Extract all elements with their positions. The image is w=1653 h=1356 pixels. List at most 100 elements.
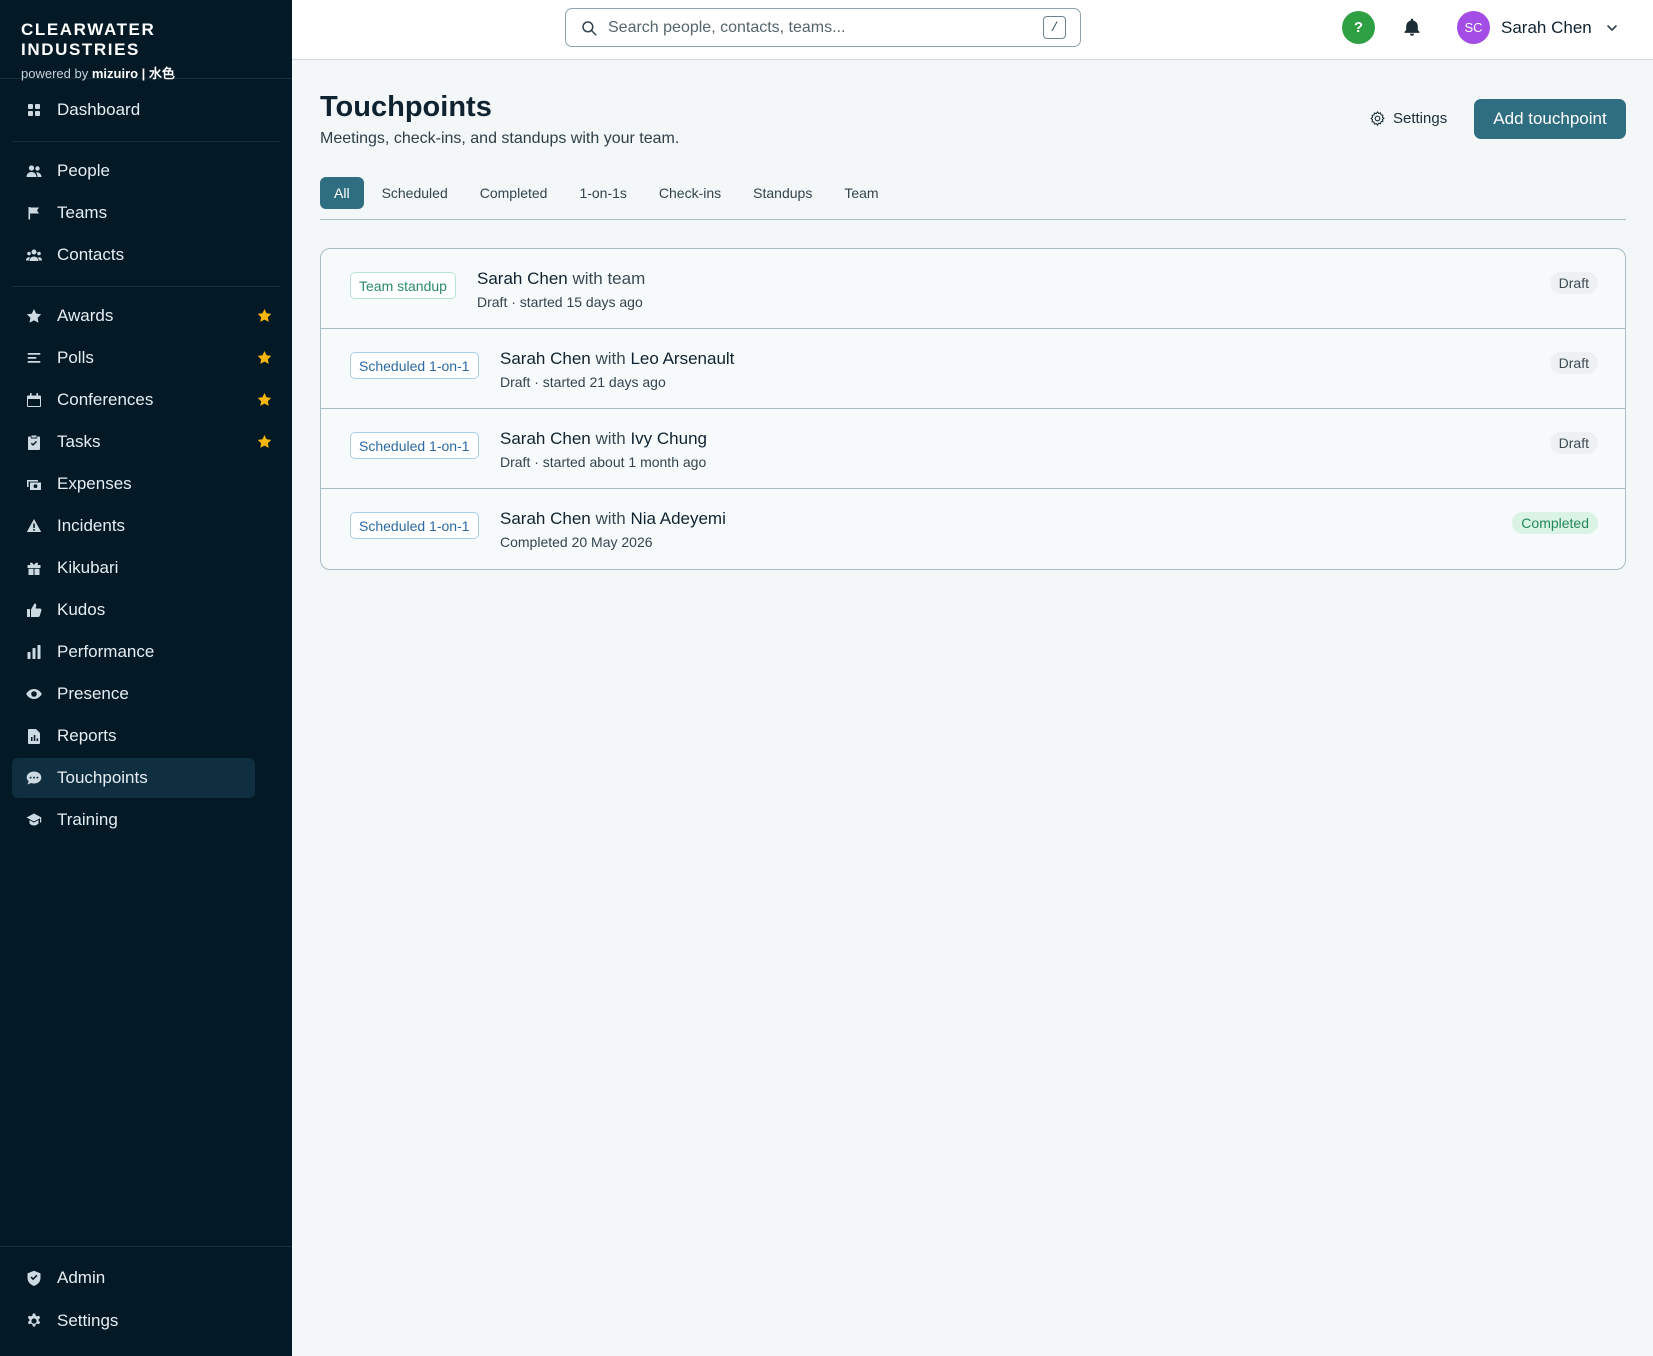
favorite-star-icon — [257, 392, 272, 406]
status-badge: Draft — [1549, 352, 1598, 374]
touchpoint-with-word: with — [595, 349, 626, 368]
search-input[interactable] — [608, 18, 1043, 37]
sidebar-item-training[interactable]: Training — [12, 800, 280, 840]
sidebar-item-label: Polls — [57, 348, 94, 367]
touchpoint-with-word: with — [595, 509, 626, 528]
touchpoint-owner: Sarah Chen — [500, 429, 591, 448]
touchpoint-list: Team standup Sarah Chen with team Draft · … — [320, 248, 1626, 570]
user-menu[interactable]: SC Sarah Chen — [1457, 11, 1618, 44]
warning-icon — [26, 518, 42, 534]
bell-icon[interactable] — [1402, 17, 1422, 37]
sidebar-item-label: Admin — [57, 1268, 106, 1287]
dashboard-icon — [26, 102, 42, 118]
sidebar-item-label: Touchpoints — [57, 768, 148, 787]
sidebar-nav: Dashboard People Teams Contacts Awards Polls C… — [0, 79, 292, 840]
touchpoint-type-badge: Team standup — [350, 272, 456, 299]
favorite-star-icon — [257, 350, 272, 364]
touchpoint-meta: Draft · started 21 days ago — [500, 374, 666, 390]
page-subtitle: Meetings, check-ins, and standups with y… — [320, 130, 680, 147]
powered-name: mizuiro | 水色 — [91, 66, 175, 81]
sidebar: CLEARWATER INDUSTRIES powered by mizuiro… — [0, 0, 292, 1356]
touchpoint-title: Sarah Chen with team — [477, 269, 645, 289]
touchpoint-settings-button[interactable]: Settings — [1369, 110, 1447, 127]
add-touchpoint-button[interactable]: Add touchpoint — [1474, 99, 1626, 139]
sidebar-item-people[interactable]: People — [12, 151, 280, 191]
tab-completed[interactable]: Completed — [466, 177, 562, 209]
help-button[interactable]: ? — [1342, 11, 1375, 44]
sidebar-item-label: Training — [57, 810, 118, 829]
sidebar-item-label: Dashboard — [57, 100, 141, 119]
tab-scheduled[interactable]: Scheduled — [368, 177, 462, 209]
user-name: Sarah Chen — [1501, 17, 1592, 37]
touchpoint-with-word: with — [595, 429, 626, 448]
sidebar-item-kudos[interactable]: Kudos — [12, 590, 280, 630]
favorite-star — [257, 308, 272, 323]
sidebar-item-admin[interactable]: Admin — [12, 1258, 280, 1298]
calendar-icon — [26, 392, 42, 408]
powered-prefix: powered by — [21, 66, 89, 81]
touchpoint-row[interactable]: Scheduled 1-on-1 Sarah Chen with Nia Adey… — [321, 489, 1625, 569]
sidebar-item-label: Conferences — [57, 390, 154, 409]
sidebar-item-label: Reports — [57, 726, 117, 745]
sidebar-group: People Teams Contacts — [0, 142, 292, 286]
favorite-star-icon — [257, 308, 272, 322]
touchpoint-meta: Draft · started 15 days ago — [477, 294, 643, 310]
sidebar-item-label: Kudos — [57, 600, 106, 619]
sidebar-item-awards[interactable]: Awards — [12, 296, 280, 336]
sidebar-item-label: Kikubari — [57, 558, 119, 577]
sidebar-item-label: Awards — [57, 306, 114, 325]
touchpoint-row[interactable]: Team standup Sarah Chen with team Draft · … — [321, 249, 1625, 329]
sidebar-item-label: Settings — [57, 1311, 119, 1330]
touchpoint-owner: Sarah Chen — [500, 509, 591, 528]
touchpoint-title: Sarah Chen with Ivy Chung — [500, 429, 707, 449]
tab-team[interactable]: Team — [830, 177, 892, 209]
search-icon — [582, 20, 597, 35]
sidebar-item-label: Teams — [57, 203, 108, 222]
touchpoint-row[interactable]: Scheduled 1-on-1 Sarah Chen with Ivy Chun… — [321, 409, 1625, 489]
touchpoint-owner: Sarah Chen — [500, 349, 591, 368]
tab-1-on-1s[interactable]: 1-on-1s — [565, 177, 640, 209]
polls-icon — [26, 350, 42, 366]
touchpoint-row[interactable]: Scheduled 1-on-1 Sarah Chen with Leo Arse… — [321, 329, 1625, 409]
report-icon — [26, 728, 42, 744]
sidebar-item-kikubari[interactable]: Kikubari — [12, 548, 280, 588]
tab-standups[interactable]: Standups — [739, 177, 826, 209]
sidebar-item-conferences[interactable]: Conferences — [12, 380, 280, 420]
sidebar-item-tasks[interactable]: Tasks — [12, 422, 280, 462]
sidebar-item-label: Expenses — [57, 474, 132, 493]
touchpoint-with-word: with — [572, 269, 603, 288]
page-title: Touchpoints — [320, 91, 492, 123]
sidebar-item-reports[interactable]: Reports — [12, 716, 280, 756]
money-icon — [26, 476, 42, 492]
filter-tabs: All Scheduled Completed 1-on-1s Check-ins Sta… — [320, 177, 1626, 220]
sidebar-item-polls[interactable]: Polls — [12, 338, 280, 378]
tab-all[interactable]: All — [320, 177, 364, 209]
sidebar-item-performance[interactable]: Performance — [12, 632, 280, 672]
sidebar-item-teams[interactable]: Teams — [12, 193, 280, 233]
sidebar-item-dashboard[interactable]: Dashboard — [12, 90, 280, 130]
gift-icon — [26, 560, 42, 576]
tab-check-ins[interactable]: Check-ins — [645, 177, 735, 209]
sidebar-group: Dashboard — [0, 79, 292, 141]
sidebar-item-incidents[interactable]: Incidents — [12, 506, 280, 546]
status-badge: Draft — [1549, 272, 1598, 294]
brand-name: CLEARWATER INDUSTRIES — [21, 20, 156, 59]
sidebar-item-presence[interactable]: Presence — [12, 674, 280, 714]
search-box[interactable]: / — [565, 8, 1081, 47]
touchpoint-type-badge: Scheduled 1-on-1 — [350, 512, 479, 539]
favorite-star — [257, 350, 272, 365]
sidebar-item-settings[interactable]: Settings — [12, 1301, 280, 1341]
touchpoint-meta: Draft · started about 1 month ago — [500, 454, 707, 470]
sidebar-item-label: Performance — [57, 642, 155, 661]
settings-label: Settings — [1393, 110, 1448, 127]
gear-icon — [1370, 111, 1385, 126]
touchpoint-title: Sarah Chen with Leo Arsenault — [500, 349, 734, 369]
graduation-cap-icon — [26, 812, 42, 828]
sidebar-item-expenses[interactable]: Expenses — [12, 464, 280, 504]
sidebar-item-touchpoints[interactable]: Touchpoints — [12, 758, 255, 798]
touchpoint-title: Sarah Chen with Nia Adeyemi — [500, 509, 726, 529]
contacts-icon — [26, 247, 42, 263]
sidebar-item-contacts[interactable]: Contacts — [12, 235, 280, 275]
sidebar-item-label: Contacts — [57, 245, 125, 264]
favorite-star-icon — [257, 434, 272, 448]
